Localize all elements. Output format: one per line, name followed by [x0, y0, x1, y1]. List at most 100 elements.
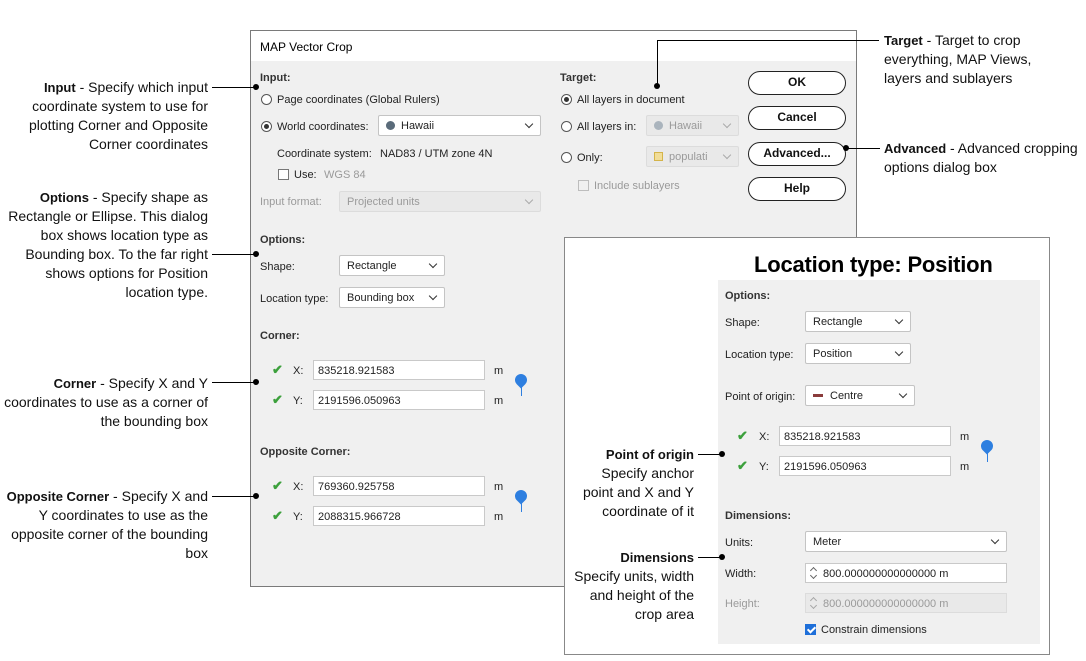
world-coords-select[interactable]: Hawaii [378, 115, 541, 136]
target-section-label: Target: [560, 72, 597, 84]
world-coords-label[interactable]: World coordinates: [277, 121, 369, 133]
corner-y-value: 2191596.050963 [318, 395, 401, 407]
chevron-down-icon [722, 119, 732, 129]
advanced-callout-head: Advanced [884, 141, 947, 156]
all-layers-in-radio[interactable] [561, 121, 572, 132]
globe-icon [386, 121, 395, 130]
options-leader-dot [253, 251, 259, 257]
corner-callout-body: - Specify X and Y coordinates to use as … [4, 375, 208, 429]
location-type-select[interactable]: Bounding box [339, 287, 445, 308]
target-callout: Target - Target to crop everything, MAP … [884, 31, 1064, 88]
width-input[interactable]: 800.000000000000000 m [805, 563, 1007, 583]
dimensions-leader-line [698, 557, 720, 558]
input-callout-head: Input [43, 80, 76, 95]
check-icon: ✔ [737, 428, 748, 443]
include-sublayers-checkbox[interactable] [578, 180, 589, 191]
opposite-leader-line [212, 496, 254, 497]
panel-shape-label: Shape: [725, 317, 760, 329]
opposite-y-label: Y: [293, 511, 303, 523]
shape-value: Rectangle [347, 260, 397, 272]
only-select[interactable]: populati [646, 146, 739, 167]
origin-leader-line [698, 454, 720, 455]
units-select[interactable]: Meter [805, 531, 1007, 552]
use-value: WGS 84 [324, 169, 366, 181]
opposite-leader-dot [253, 493, 259, 499]
location-type-value: Bounding box [347, 292, 415, 304]
corner-x-input[interactable]: 835218.921583 [313, 360, 485, 380]
world-coords-value: Hawaii [401, 120, 435, 132]
opposite-x-value: 769360.925758 [318, 481, 395, 493]
dimensions-callout-body: Specify units, width and height of the c… [574, 568, 694, 622]
input-format-select[interactable]: Projected units [339, 191, 541, 212]
corner-y-unit: m [494, 395, 504, 407]
constrain-dimensions-checkbox[interactable] [805, 624, 816, 635]
input-format-label: Input format: [260, 196, 322, 208]
target-callout-head: Target [884, 33, 923, 48]
constrain-dimensions-label: Constrain dimensions [821, 624, 927, 636]
ok-button[interactable]: OK [748, 71, 846, 95]
shape-select[interactable]: Rectangle [339, 255, 445, 276]
use-label: Use: [294, 169, 317, 181]
chevron-down-icon [428, 259, 438, 269]
all-layers-in-label[interactable]: All layers in: [577, 121, 636, 133]
options-section-label: Options: [260, 234, 306, 246]
chevron-down-icon [990, 535, 1000, 545]
opposite-y-value: 2088315.966728 [318, 511, 401, 523]
page-coords-radio[interactable] [261, 94, 272, 105]
pick-location-icon[interactable] [512, 487, 530, 505]
chevron-down-icon [722, 150, 732, 160]
height-value: 800.000000000000000 m [823, 598, 949, 610]
spinner-icon [810, 597, 816, 609]
pin-stem [521, 387, 522, 396]
dimensions-callout-head: Dimensions [620, 550, 694, 565]
opposite-x-input[interactable]: 769360.925758 [313, 476, 485, 496]
check-icon: ✔ [272, 478, 283, 493]
help-button[interactable]: Help [748, 177, 846, 201]
check-icon: ✔ [737, 458, 748, 473]
all-layers-in-value: Hawaii [669, 120, 703, 132]
panel-shape-select[interactable]: Rectangle [805, 311, 911, 332]
point-of-origin-select[interactable]: Centre [805, 385, 915, 406]
opposite-x-label: X: [293, 481, 304, 493]
point-of-origin-value: Centre [830, 390, 864, 402]
width-value: 800.000000000000000 m [823, 568, 949, 580]
height-input[interactable]: 800.000000000000000 m [805, 593, 1007, 613]
cancel-button[interactable]: Cancel [748, 106, 846, 130]
panel-x-input[interactable]: 835218.921583 [779, 426, 951, 446]
input-leader-line [212, 87, 254, 88]
corner-y-input[interactable]: 2191596.050963 [313, 390, 485, 410]
pick-location-icon[interactable] [512, 371, 530, 389]
page-coords-label[interactable]: Page coordinates (Global Rulers) [277, 94, 440, 106]
point-of-origin-callout: Point of origin Specify anchor point and… [572, 445, 694, 521]
coord-system-value: NAD83 / UTM zone 4N [380, 148, 493, 160]
chevron-down-icon [898, 389, 908, 399]
world-coords-radio[interactable] [261, 121, 272, 132]
opposite-y-input[interactable]: 2088315.966728 [313, 506, 485, 526]
all-layers-doc-label[interactable]: All layers in document [577, 94, 685, 106]
corner-x-unit: m [494, 365, 504, 377]
use-checkbox[interactable] [278, 169, 289, 180]
panel-location-type-select[interactable]: Position [805, 343, 911, 364]
input-section-label: Input: [260, 72, 291, 84]
units-value: Meter [813, 536, 842, 548]
spinner-icon[interactable] [810, 567, 816, 579]
panel-y-input[interactable]: 2191596.050963 [779, 456, 951, 476]
corner-callout-head: Corner [53, 376, 97, 391]
only-label[interactable]: Only: [577, 152, 603, 164]
all-layers-in-select[interactable]: Hawaii [646, 115, 739, 136]
pin-stem [521, 503, 522, 512]
opposite-corner-callout: Opposite Corner - Specify X and Y coordi… [4, 487, 208, 563]
only-radio[interactable] [561, 152, 572, 163]
input-callout: Input - Specify which input coordinate s… [4, 78, 208, 154]
advanced-leader-dot [843, 145, 849, 151]
chevron-down-icon [428, 291, 438, 301]
origin-leader-dot [719, 451, 725, 457]
opposite-corner-section-label: Opposite Corner: [260, 446, 351, 458]
advanced-button[interactable]: Advanced... [748, 142, 846, 166]
chevron-down-icon [894, 347, 904, 357]
chevron-down-icon [894, 315, 904, 325]
all-layers-doc-radio[interactable] [561, 94, 572, 105]
target-leader-vertical [657, 40, 658, 85]
opposite-x-unit: m [494, 481, 504, 493]
corner-leader-dot [253, 379, 259, 385]
